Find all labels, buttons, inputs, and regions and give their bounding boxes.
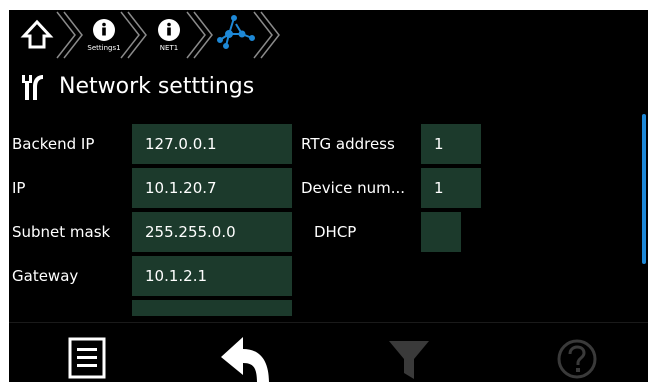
rtg-address-label: RTG address: [301, 135, 395, 153]
device-number-field[interactable]: 1: [421, 168, 481, 208]
scrollbar[interactable]: [642, 114, 646, 264]
filter-button[interactable]: [369, 323, 449, 382]
device-number-label: Device num...: [301, 179, 405, 197]
backend-ip-label: Backend IP: [12, 135, 95, 153]
menu-button[interactable]: [49, 323, 129, 382]
breadcrumb: Settings1 NET1: [9, 10, 648, 60]
breadcrumb-item-net1[interactable]: NET1: [146, 10, 192, 60]
help-button[interactable]: [537, 323, 617, 382]
tools-icon: [22, 75, 43, 100]
bottom-toolbar: [9, 322, 648, 382]
breadcrumb-item-network[interactable]: [212, 10, 258, 60]
subnet-mask-label: Subnet mask: [12, 223, 111, 241]
breadcrumb-home[interactable]: [17, 10, 57, 60]
rtg-address-field[interactable]: 1: [421, 124, 481, 164]
dhcp-label: DHCP: [314, 223, 357, 241]
back-arrow-icon: [221, 337, 269, 382]
home-icon: [20, 19, 54, 49]
filter-icon: [389, 341, 429, 379]
backend-ip-field[interactable]: 127.0.0.1: [132, 124, 292, 164]
help-icon: [557, 339, 597, 379]
gateway-label: Gateway: [12, 267, 79, 285]
network-icon: [217, 15, 255, 49]
subnet-mask-field[interactable]: 255.255.0.0: [132, 212, 292, 252]
menu-icon: [68, 337, 106, 379]
breadcrumb-label: NET1: [159, 44, 179, 52]
next-field-partial[interactable]: [132, 300, 292, 316]
info-icon: [158, 19, 180, 41]
dhcp-checkbox[interactable]: [421, 212, 461, 252]
info-icon: [93, 19, 115, 41]
ip-label: IP: [12, 179, 26, 197]
gateway-field[interactable]: 10.1.2.1: [132, 256, 292, 296]
page-title: Network setttings: [59, 74, 255, 99]
breadcrumb-item-settings1[interactable]: Settings1: [81, 10, 127, 60]
device-screen: Settings1 NET1 Network setttings Backend…: [9, 10, 648, 382]
back-button[interactable]: [209, 323, 289, 382]
breadcrumb-label: Settings1: [87, 44, 121, 52]
ip-field[interactable]: 10.1.20.7: [132, 168, 292, 208]
